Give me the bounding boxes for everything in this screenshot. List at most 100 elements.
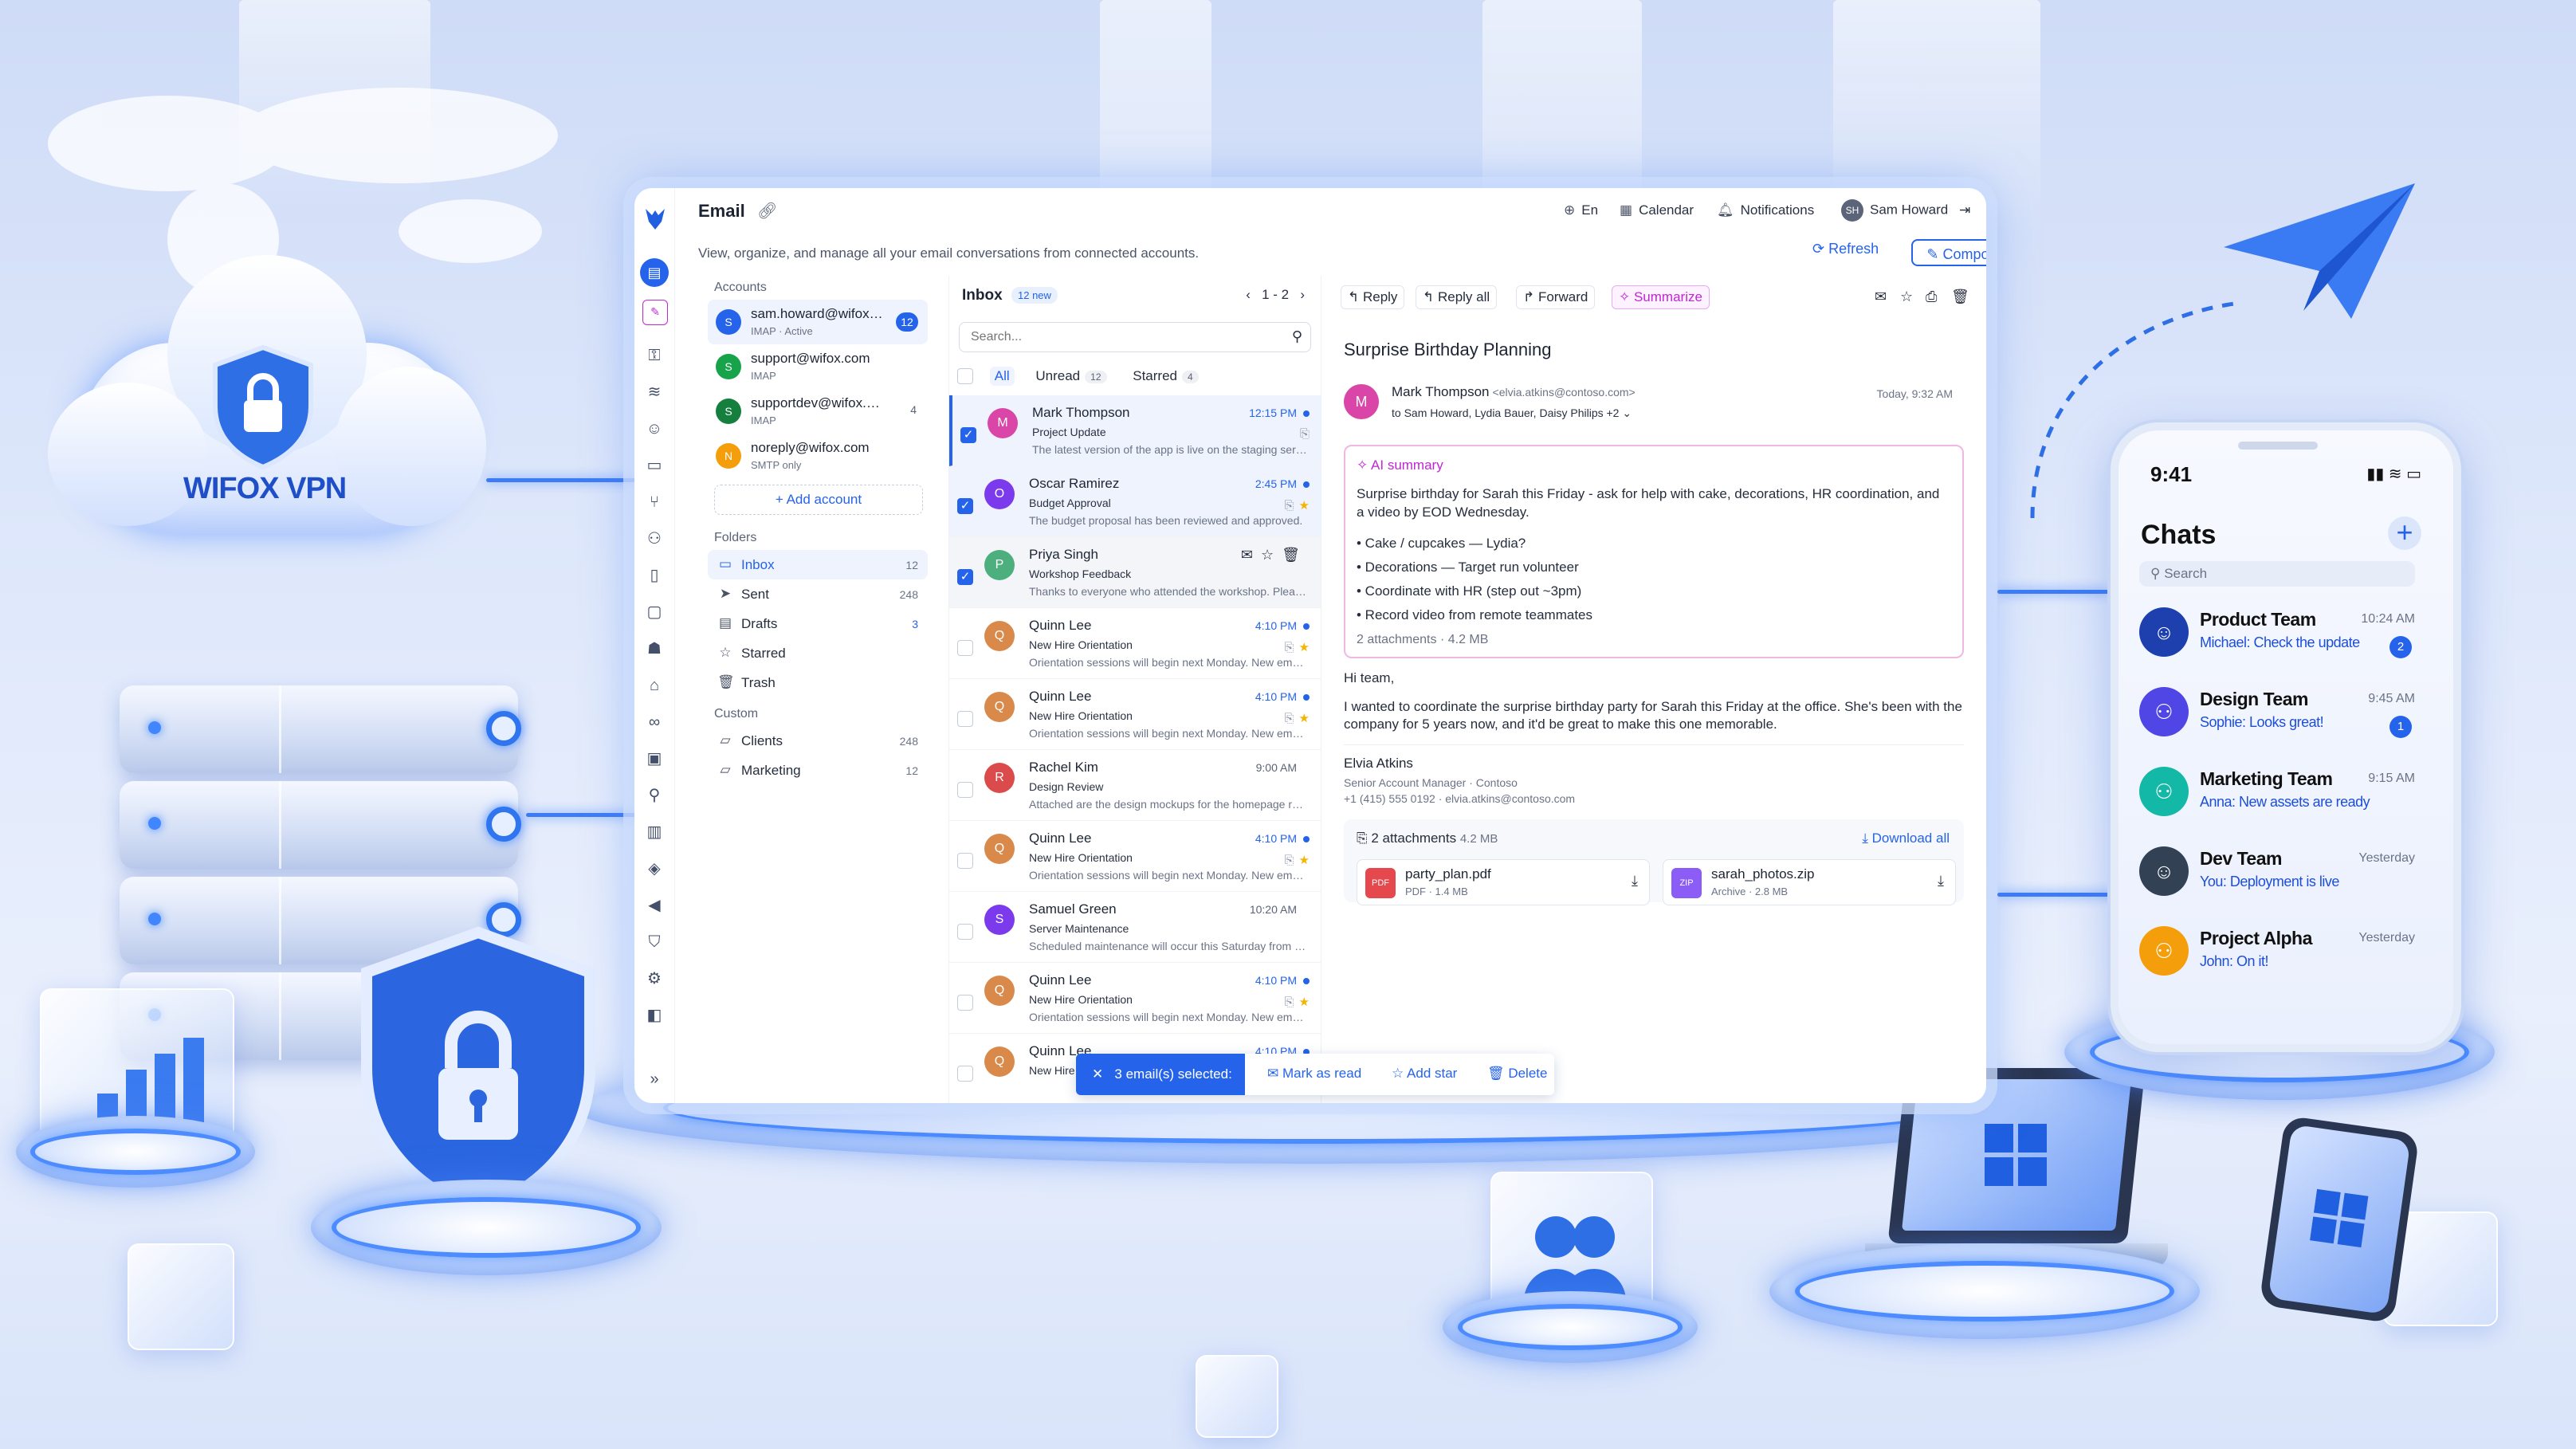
nav-group-icon[interactable]: ⚇	[645, 529, 664, 548]
next-page-icon[interactable]: ›	[1300, 287, 1305, 302]
filter-unread-tab[interactable]: Unread 12	[1031, 367, 1111, 386]
star-icon[interactable]: ★	[1299, 641, 1310, 654]
row-checkbox[interactable]	[957, 995, 973, 1011]
forward-button[interactable]: ↱ Forward	[1516, 285, 1596, 309]
chat-search-input[interactable]: ⚲ Search	[2139, 561, 2415, 587]
folder-trash[interactable]: 🗑︎ Trash	[708, 668, 928, 697]
nav-box-icon[interactable]: ▣	[645, 749, 664, 768]
row-checkbox[interactable]	[957, 640, 973, 656]
row-checkbox[interactable]: ✓	[960, 427, 976, 443]
nav-settings-icon[interactable]: ⚙	[645, 969, 664, 988]
nav-book-icon[interactable]: ▥	[645, 823, 664, 842]
download-all-button[interactable]: ⤓ Download all	[1862, 831, 1950, 846]
account-item[interactable]: Ssupport@wifox.com IMAP	[708, 344, 928, 389]
reply-button[interactable]: ↰ Reply	[1341, 285, 1405, 309]
chat-item[interactable]: ⚇ Design Team Sophie: Looks great! 9:45 AM 1	[2139, 677, 2415, 751]
print-icon[interactable]: ⎙	[1926, 289, 1937, 305]
new-chat-button[interactable]: +	[2388, 516, 2421, 550]
nav-infinity-icon[interactable]: ∞	[645, 713, 664, 732]
folder-drafts[interactable]: ▤ Drafts 3	[708, 609, 928, 638]
star-icon[interactable]: ★	[1299, 854, 1310, 867]
nav-layers-icon[interactable]: ≋	[645, 383, 664, 402]
folder-marketing[interactable]: ▱ Marketing 12	[708, 756, 928, 785]
star-icon[interactable]: ★	[1299, 499, 1310, 512]
chat-item[interactable]: ⚇ Project Alpha John: On it! Yesterday	[2139, 917, 2415, 990]
compose-button[interactable]: ✎ Compose	[1911, 239, 1986, 266]
prev-page-icon[interactable]: ‹	[1246, 287, 1251, 302]
logout-icon[interactable]: ⇥	[1959, 202, 1970, 218]
summarize-button[interactable]: ✧ Summarize	[1612, 285, 1710, 309]
star-icon[interactable]: ★	[1299, 995, 1310, 1009]
row-checkbox[interactable]: ✓	[957, 498, 973, 514]
nav-search-user-icon[interactable]: ⚲	[645, 786, 664, 805]
delete-icon[interactable]: 🗑︎	[1951, 289, 1969, 305]
nav-cube-icon[interactable]: ◈	[645, 859, 664, 878]
nav-email-icon[interactable]: ▤	[640, 258, 669, 287]
nav-new-icon[interactable]: ✎	[642, 300, 668, 325]
email-row[interactable]: Q Quinn Lee New Hire Orientation Orientatio…	[949, 679, 1321, 750]
account-item[interactable]: Ssam.howard@wifox.com IMAP · Active 12	[708, 300, 928, 344]
row-checkbox[interactable]	[957, 711, 973, 727]
attachment-file[interactable]: ZIP sarah_photos.zip Archive · 2.8 MB ⤓	[1663, 859, 1956, 905]
account-item[interactable]: Nnoreply@wifox.com SMTP only	[708, 434, 928, 478]
chat-item[interactable]: ☺ Dev Team You: Deployment is live Yesterda…	[2139, 837, 2415, 910]
nav-shield-icon[interactable]: ⛉	[645, 933, 664, 952]
nav-key-icon[interactable]: ⚿	[645, 346, 664, 365]
folder-clients[interactable]: ▱ Clients 248	[708, 726, 928, 756]
add-account-button[interactable]: + Add account	[714, 485, 923, 515]
email-row[interactable]: Q Quinn Lee New Hire Orientation Orientatio…	[949, 608, 1321, 679]
folder-inbox[interactable]: ▭ Inbox 12	[708, 550, 928, 579]
star-icon[interactable]: ☆	[1261, 547, 1282, 563]
nav-megaphone-icon[interactable]: ◀	[645, 896, 664, 915]
nav-flow-icon[interactable]: ⑂	[645, 493, 664, 512]
row-actions[interactable]: ✉☆🗑︎	[1241, 547, 1308, 564]
chat-item[interactable]: ☺ Product Team Michael: Check the update 10…	[2139, 598, 2415, 671]
search-input[interactable]	[969, 329, 1259, 345]
archive-icon[interactable]: ✉	[1241, 547, 1261, 563]
filter-starred-tab[interactable]: Starred 4	[1128, 367, 1203, 386]
star-icon[interactable]: ☆	[1900, 289, 1913, 305]
email-row[interactable]: ✓ M Mark Thompson Project Update The latest …	[949, 395, 1321, 466]
email-row[interactable]: ✓ P Priya Singh Workshop Feedback Thanks to …	[949, 537, 1321, 608]
nav-bank-icon[interactable]: ⌂	[645, 676, 664, 695]
wifox-logo-icon[interactable]	[644, 207, 666, 231]
email-row[interactable]: Q Quinn Lee New Hire Orientation Orientatio…	[949, 821, 1321, 892]
delete-icon[interactable]: 🗑︎	[1282, 547, 1308, 563]
nav-storage-icon[interactable]: ▭	[645, 456, 664, 475]
clear-selection-icon[interactable]: ✕	[1092, 1066, 1114, 1082]
mark-unread-icon[interactable]: ✉	[1875, 289, 1887, 305]
expand-rail-icon[interactable]: »	[645, 1070, 664, 1089]
reply-all-button[interactable]: ↰ Reply all	[1416, 285, 1498, 309]
download-icon[interactable]: ⤓	[1632, 873, 1638, 889]
nav-document-icon[interactable]: ▯	[645, 566, 664, 585]
search-icon[interactable]: ⚲	[1292, 328, 1302, 345]
notifications-button[interactable]: 🔔︎ Notifications	[1717, 202, 1814, 218]
link-icon[interactable]: 🔗︎	[757, 201, 777, 221]
nav-chat-icon[interactable]: ▢	[645, 603, 664, 622]
folder-starred[interactable]: ☆ Starred	[708, 638, 928, 668]
select-all-checkbox[interactable]	[957, 368, 973, 384]
user-menu[interactable]: SH Sam Howard	[1841, 199, 1948, 222]
row-checkbox[interactable]: ✓	[957, 569, 973, 585]
row-checkbox[interactable]	[957, 924, 973, 940]
attachment-file[interactable]: PDF party_plan.pdf PDF · 1.4 MB ⤓	[1357, 859, 1650, 905]
row-checkbox[interactable]	[957, 782, 973, 798]
nav-wallet-icon[interactable]: ◧	[645, 1006, 664, 1025]
chat-item[interactable]: ⚇ Marketing Team Anna: New assets are read…	[2139, 757, 2415, 831]
email-row[interactable]: S Samuel Green Server Maintenance Scheduled…	[949, 892, 1321, 963]
email-row[interactable]: Q Quinn Lee New Hire Orientation Orientatio…	[949, 963, 1321, 1034]
refresh-button[interactable]: ⟳ Refresh	[1812, 241, 1879, 257]
recipients[interactable]: to Sam Howard, Lydia Bauer, Daisy Philip…	[1392, 406, 1632, 420]
row-checkbox[interactable]	[957, 1066, 973, 1082]
star-icon[interactable]: ★	[1299, 712, 1310, 725]
language-selector[interactable]: ⊕ En	[1564, 202, 1598, 218]
folder-sent[interactable]: ➤ Sent 248	[708, 579, 928, 609]
account-item[interactable]: Ssupportdev@wifox.com IMAP 4	[708, 389, 928, 434]
row-checkbox[interactable]	[957, 853, 973, 869]
email-row[interactable]: ✓ O Oscar Ramirez Budget Approval The budget…	[949, 466, 1321, 537]
nav-users-icon[interactable]: ☺	[645, 419, 664, 438]
download-icon[interactable]: ⤓	[1938, 873, 1944, 889]
filter-all-tab[interactable]: All	[989, 367, 1015, 386]
email-row[interactable]: R Rachel Kim Design Review Attached are the…	[949, 750, 1321, 821]
nav-bot-icon[interactable]: ☗	[645, 639, 664, 658]
